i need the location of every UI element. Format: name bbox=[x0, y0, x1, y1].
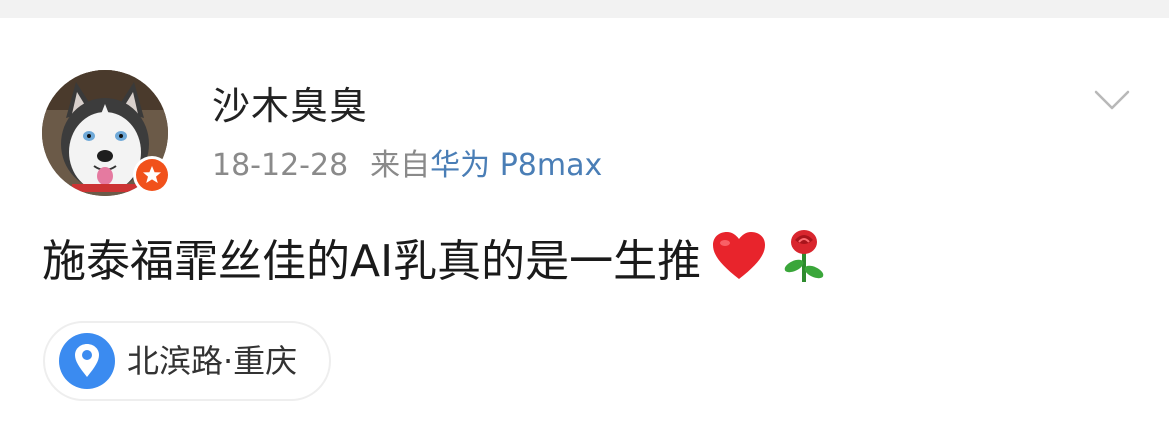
post-text: 施泰福霏丝佳的AI乳真的是一生推 bbox=[42, 236, 702, 287]
location-label: 北滨路·重庆 bbox=[127, 342, 298, 380]
weibo-post-card: 沙木臭臭 18-12-28 来自华为 P8max 施泰福霏丝佳的AI乳真的是一生推 bbox=[0, 18, 1169, 431]
source-device-link[interactable]: 华为 P8max bbox=[430, 148, 602, 183]
post-content: 施泰福霏丝佳的AI乳真的是一生推 bbox=[42, 228, 827, 300]
source-prefix: 来自 bbox=[370, 148, 431, 183]
verified-badge bbox=[133, 156, 171, 194]
post-meta: 18-12-28 来自华为 P8max bbox=[212, 146, 602, 186]
post-date: 18-12-28 bbox=[212, 148, 349, 183]
avatar[interactable] bbox=[42, 70, 171, 196]
top-divider-strip bbox=[0, 0, 1169, 18]
location-tag[interactable]: 北滨路·重庆 bbox=[43, 321, 332, 401]
username[interactable]: 沙木臭臭 bbox=[212, 82, 368, 130]
location-pin-icon bbox=[59, 333, 115, 389]
rose-emoji bbox=[781, 228, 827, 300]
heart-emoji bbox=[711, 231, 767, 297]
chevron-down-icon[interactable] bbox=[1090, 84, 1134, 116]
verified-star-icon bbox=[143, 166, 161, 183]
